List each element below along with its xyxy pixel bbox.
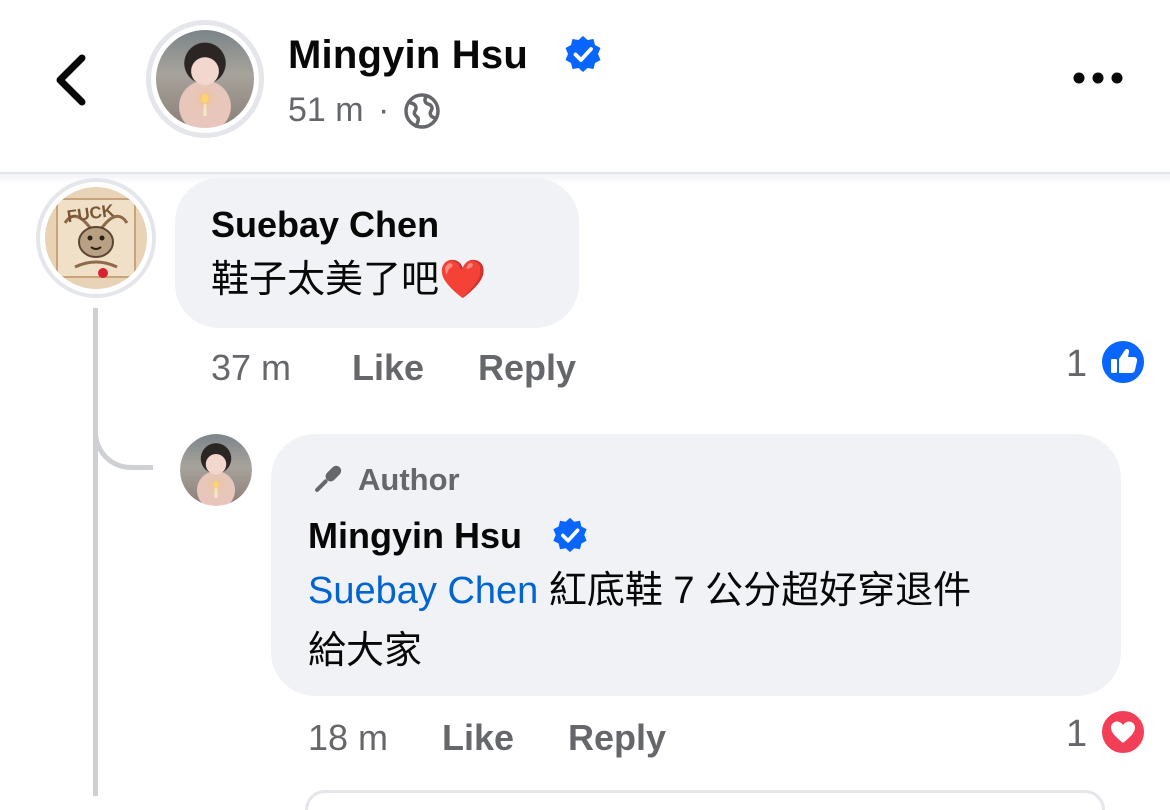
back-button[interactable] — [40, 40, 104, 120]
commenter-avatar[interactable]: FUCK — [36, 178, 156, 298]
reply-text: 紅底鞋 7 公分超好穿退件 — [548, 570, 972, 612]
reply-author-avatar[interactable] — [180, 434, 252, 506]
verified-badge-icon — [565, 36, 601, 72]
next-item-edge — [305, 790, 1105, 810]
thread-branch — [93, 400, 153, 470]
more-options-button[interactable] — [1068, 58, 1128, 98]
mention-link[interactable]: Suebay Chen — [308, 570, 538, 612]
author-badge-label: Author — [358, 462, 460, 497]
post-timestamp[interactable]: 51 m — [288, 88, 364, 132]
like-reaction-icon — [1100, 339, 1146, 385]
thread-line — [93, 308, 98, 796]
comment-author-name[interactable]: Suebay Chen — [211, 204, 439, 246]
post-author-avatar[interactable] — [146, 20, 264, 138]
microphone-icon — [315, 465, 342, 492]
comment-timestamp[interactable]: 37 m — [211, 346, 291, 390]
header-shadow — [0, 174, 1170, 184]
reply-text-line2: 給大家 — [308, 630, 423, 672]
reply-text-line1: Suebay Chen 紅底鞋 7 公分超好穿退件 — [308, 563, 971, 619]
reply-timestamp[interactable]: 18 m — [308, 716, 388, 760]
globe-icon — [404, 93, 440, 129]
love-reaction-icon — [1100, 709, 1146, 755]
verified-badge-icon — [553, 517, 587, 553]
post-author-name[interactable]: Mingyin Hsu — [288, 30, 528, 80]
like-button[interactable]: Like — [352, 346, 424, 390]
chevron-left-icon — [56, 54, 86, 106]
comment-text: 鞋子太美了吧❤️ — [211, 259, 487, 301]
meta-separator: · — [378, 91, 390, 129]
reply-reaction-count[interactable]: 1 — [1066, 710, 1087, 758]
reply-button[interactable]: Reply — [478, 346, 576, 390]
reaction-count[interactable]: 1 — [1066, 340, 1087, 388]
more-horizontal-icon — [1073, 72, 1123, 84]
reply-like-button[interactable]: Like — [442, 716, 514, 760]
reply-reply-button[interactable]: Reply — [568, 716, 666, 760]
reply-author-name[interactable]: Mingyin Hsu — [308, 514, 522, 558]
